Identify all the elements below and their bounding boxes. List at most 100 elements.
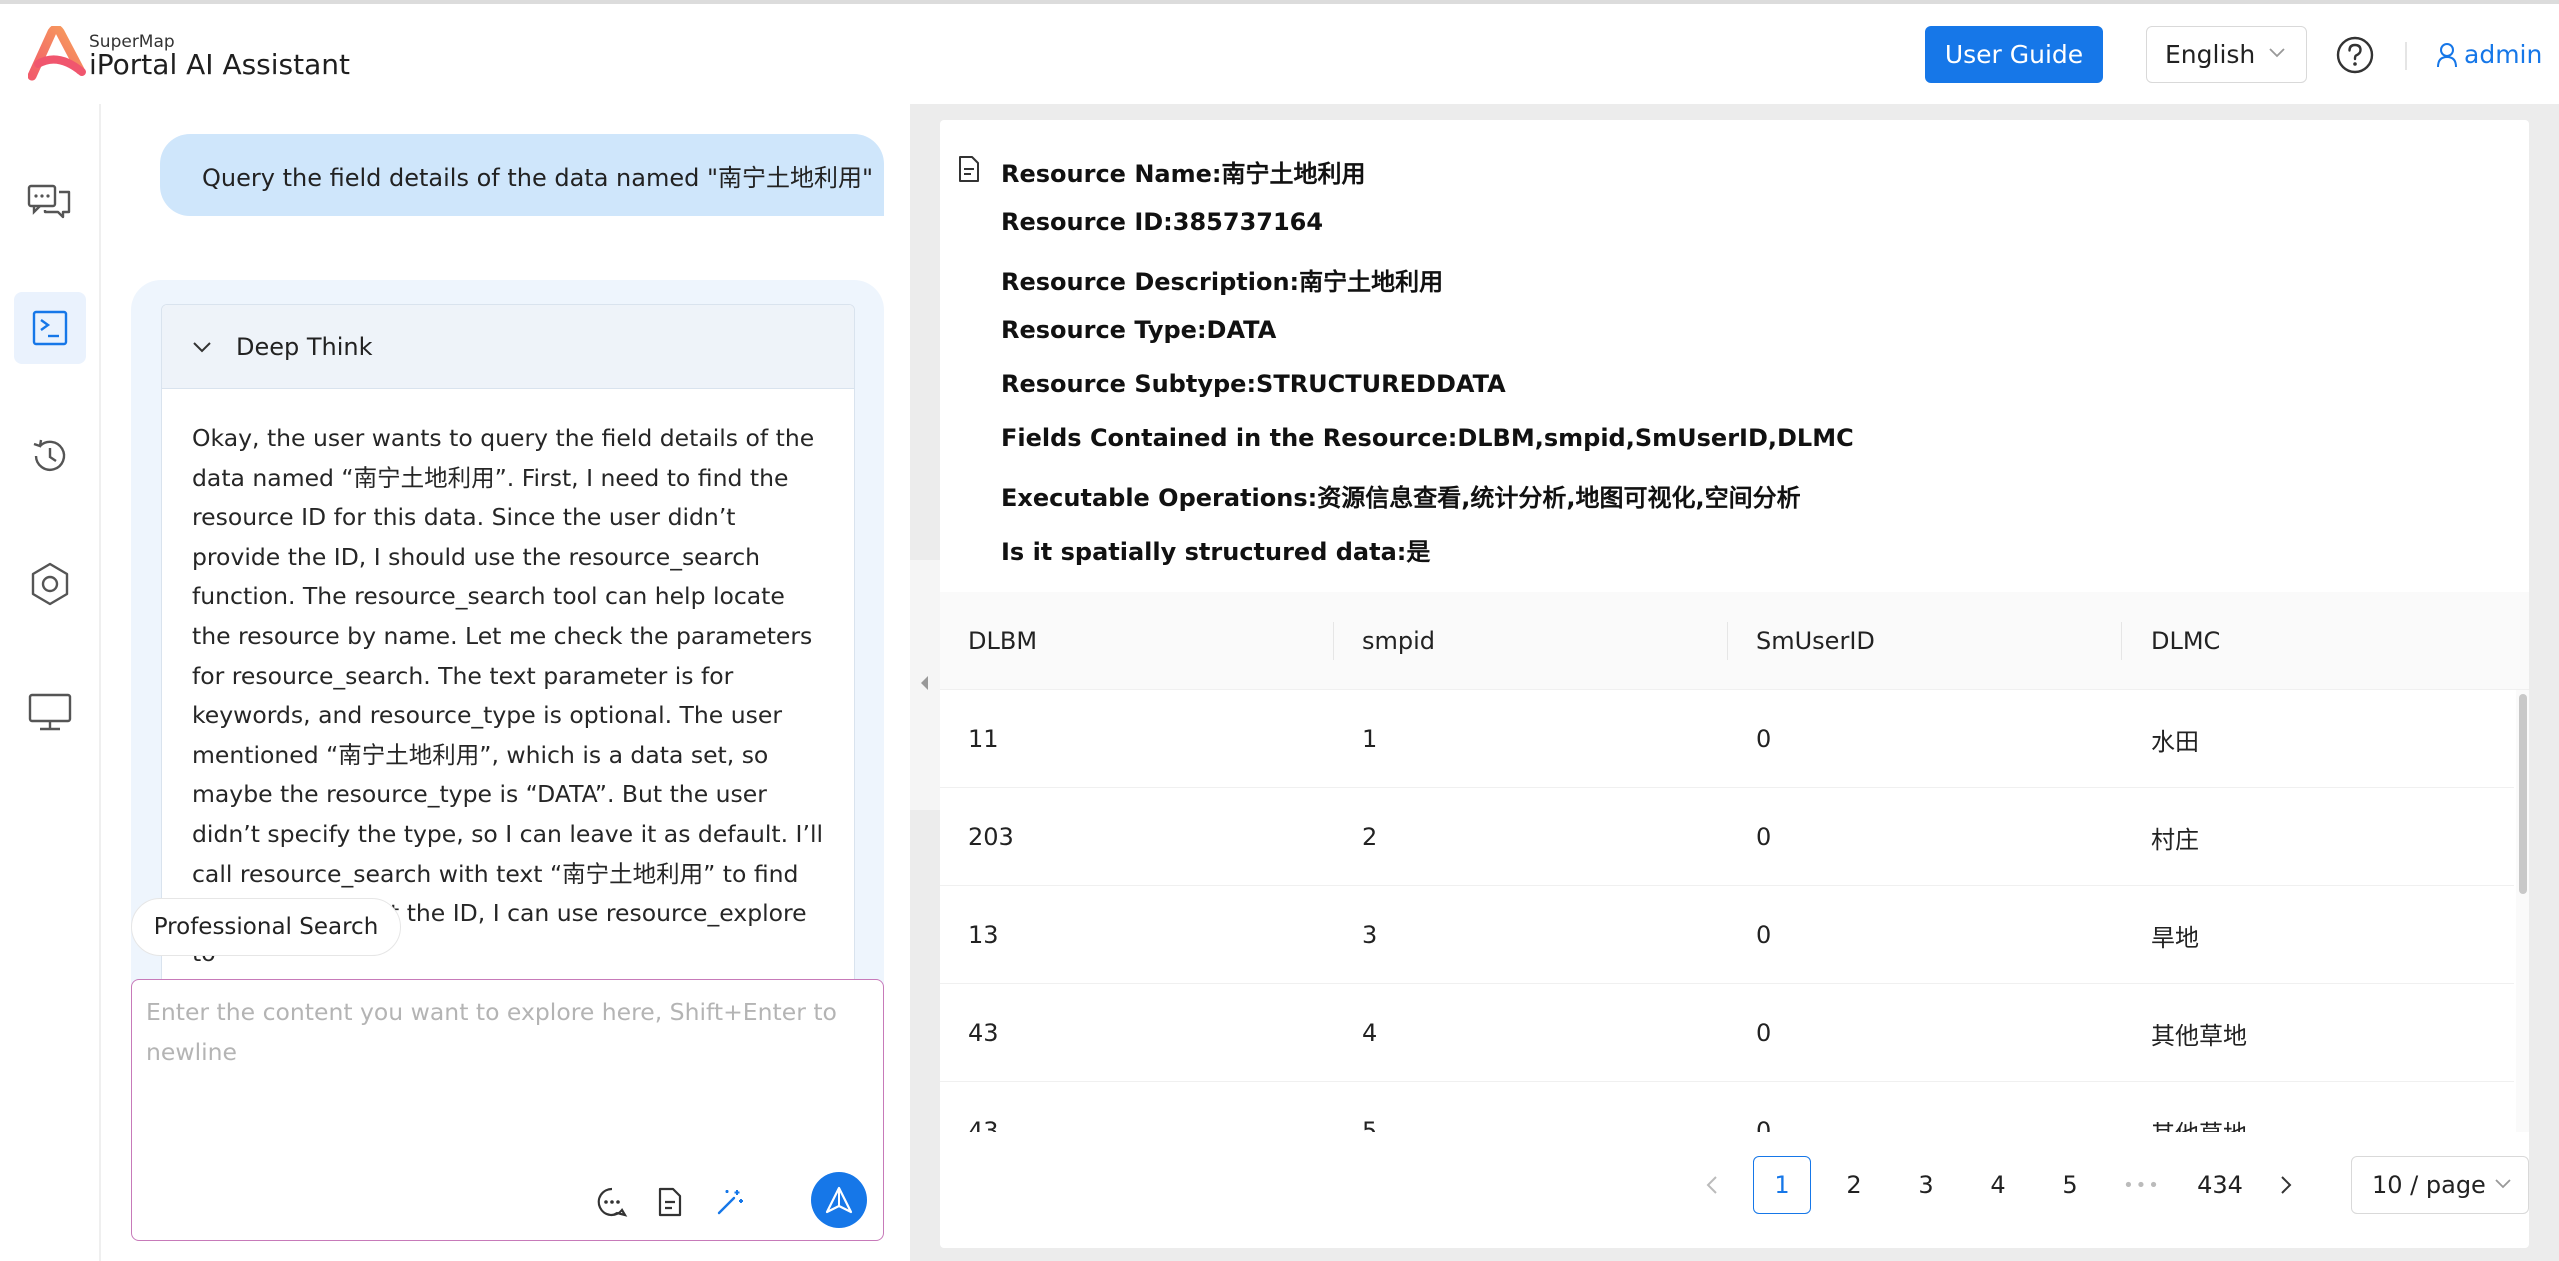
user-guide-button[interactable]: User Guide xyxy=(1925,26,2103,83)
resource-subtype-value: STRUCTUREDDATA xyxy=(1256,370,1506,398)
resource-type-line: Resource Type:DATA xyxy=(1001,316,1276,344)
resource-detail-panel: Resource Name:南宁土地利用 Resource ID:3857371… xyxy=(940,120,2529,1248)
table-cell: 0 xyxy=(1756,823,1772,851)
column-header-smuserid: SmUserID xyxy=(1756,627,1875,655)
table-cell: 0 xyxy=(1756,1117,1772,1132)
sidebar-item-chat[interactable] xyxy=(14,164,86,236)
column-header-dlbm: DLBM xyxy=(968,627,1038,655)
resource-type-label: Resource Type: xyxy=(1001,316,1207,344)
table-row[interactable]: 203 2 0 村庄 xyxy=(940,788,2514,886)
resource-subtype-label: Resource Subtype: xyxy=(1001,370,1257,398)
table-cell: 203 xyxy=(968,823,1014,851)
chat-panel: Query the field details of the data name… xyxy=(103,104,910,1261)
resource-fields-value: DLBM,smpid,SmUserID,DLMC xyxy=(1457,424,1854,452)
page-5-button[interactable]: 5 xyxy=(2041,1156,2099,1214)
page-3-button[interactable]: 3 xyxy=(1897,1156,1955,1214)
language-value: English xyxy=(2165,40,2256,69)
resource-operations-line: Executable Operations:资源信息查看,统计分析,地图可视化,… xyxy=(1001,478,1801,513)
table-row[interactable]: 11 1 0 水田 xyxy=(940,690,2514,788)
table-cell: 1 xyxy=(1362,725,1378,753)
deep-think-panel: Deep Think Okay, the user wants to query… xyxy=(161,304,855,1000)
table-scrollbar[interactable] xyxy=(2516,690,2529,1132)
resource-fields-line: Fields Contained in the Resource:DLBM,sm… xyxy=(1001,424,1854,452)
user-menu[interactable]: admin xyxy=(2436,40,2542,69)
resource-id-label: Resource ID: xyxy=(1001,208,1173,236)
chat-input[interactable] xyxy=(146,992,866,1152)
resource-type-value: DATA xyxy=(1206,316,1277,344)
table-scrollbar-thumb[interactable] xyxy=(2519,694,2527,894)
user-name: admin xyxy=(2464,40,2543,69)
table-cell: 3 xyxy=(1362,921,1378,949)
resource-description-value: 南宁土地利用 xyxy=(1299,268,1444,296)
deep-think-label: Deep Think xyxy=(236,332,373,361)
resource-spatial-value: 是 xyxy=(1406,538,1431,566)
table-cell: 水田 xyxy=(2151,727,2199,756)
resource-operations-value: 资源信息查看,统计分析,地图可视化,空间分析 xyxy=(1317,484,1801,512)
chevron-down-icon xyxy=(193,341,211,352)
table-cell: 2 xyxy=(1362,823,1378,851)
page-size-select[interactable]: 10 / page xyxy=(2351,1156,2529,1214)
language-select[interactable]: English xyxy=(2146,26,2307,83)
table-cell: 其他草地 xyxy=(2151,1021,2247,1050)
page-4-button[interactable]: 4 xyxy=(1969,1156,2027,1214)
document-tool[interactable] xyxy=(652,1184,688,1220)
resource-name-value: 南宁土地利用 xyxy=(1221,160,1366,188)
table-row[interactable]: 43 4 0 其他草地 xyxy=(940,984,2514,1082)
sidebar-item-monitor[interactable] xyxy=(14,676,86,748)
table-cell: 43 xyxy=(968,1117,999,1132)
column-separator xyxy=(1727,622,1728,660)
professional-search-chip[interactable]: Professional Search xyxy=(131,898,401,956)
table-cell: 其他草地 xyxy=(2151,1082,2247,1133)
new-chat-tool[interactable] xyxy=(594,1184,630,1220)
sidebar-item-terminal[interactable] xyxy=(14,292,86,364)
assistant-answer-card: Deep Think Okay, the user wants to query… xyxy=(131,280,884,1000)
sidebar-item-history[interactable] xyxy=(14,420,86,492)
table-cell: 13 xyxy=(968,921,999,949)
table-header: DLBM smpid SmUserID DLMC xyxy=(940,592,2529,690)
table-row[interactable]: 43 5 0 其他草地 xyxy=(940,1082,2514,1132)
chevron-down-icon xyxy=(2269,48,2285,58)
terminal-icon xyxy=(32,310,68,346)
column-separator xyxy=(2121,622,2122,660)
next-page-button[interactable] xyxy=(2266,1156,2306,1214)
app-title: iPortal AI Assistant xyxy=(89,48,350,81)
magic-wand-icon xyxy=(717,1190,743,1215)
table-cell: 11 xyxy=(968,725,999,753)
send-button[interactable] xyxy=(811,1172,867,1228)
table-body[interactable]: 11 1 0 水田 203 2 0 村庄 13 3 0 旱地 43 4 0 其他… xyxy=(940,690,2514,1132)
app-header: SuperMap iPortal AI Assistant User Guide… xyxy=(0,4,2559,104)
page-last-button[interactable]: 434 xyxy=(2185,1156,2255,1214)
column-header-dlmc: DLMC xyxy=(2151,627,2221,655)
supermap-logo-icon xyxy=(28,26,86,81)
resource-operations-label: Executable Operations: xyxy=(1001,484,1318,512)
document-icon xyxy=(658,1187,682,1217)
caret-left-icon xyxy=(921,676,928,690)
page-1-button[interactable]: 1 xyxy=(1753,1156,1811,1214)
page-size-value: 10 / page xyxy=(2372,1171,2486,1199)
column-separator xyxy=(1333,622,1334,660)
table-cell: 5 xyxy=(1362,1117,1378,1132)
collapse-panel-handle[interactable] xyxy=(910,560,940,810)
table-row[interactable]: 13 3 0 旱地 xyxy=(940,886,2514,984)
table-cell: 4 xyxy=(1362,1019,1378,1047)
chevron-down-icon xyxy=(2495,1179,2511,1189)
magic-wand-tool[interactable] xyxy=(712,1184,748,1220)
deep-think-toggle[interactable]: Deep Think xyxy=(162,305,854,389)
table-cell: 村庄 xyxy=(2151,825,2199,854)
prev-page-button[interactable] xyxy=(1692,1156,1732,1214)
table-cell: 0 xyxy=(1756,1019,1772,1047)
help-icon[interactable] xyxy=(2335,35,2375,75)
sidebar-item-settings[interactable] xyxy=(14,548,86,620)
page-2-button[interactable]: 2 xyxy=(1825,1156,1883,1214)
user-icon xyxy=(2437,42,2457,67)
monitor-icon xyxy=(28,693,72,731)
hexagon-settings-icon xyxy=(31,562,69,606)
pagination: 1 2 3 4 5 ••• 434 10 / page xyxy=(940,1156,2529,1216)
resource-id-line: Resource ID:385737164 xyxy=(1001,208,1323,236)
resource-spatial-line: Is it spatially structured data:是 xyxy=(1001,532,1430,567)
table-cell: 43 xyxy=(968,1019,999,1047)
resource-subtype-line: Resource Subtype:STRUCTUREDDATA xyxy=(1001,370,1506,398)
fields-table: DLBM smpid SmUserID DLMC 11 1 0 水田 203 2… xyxy=(940,592,2529,1132)
table-cell: 0 xyxy=(1756,921,1772,949)
jump-next-ellipsis[interactable]: ••• xyxy=(2113,1156,2171,1214)
